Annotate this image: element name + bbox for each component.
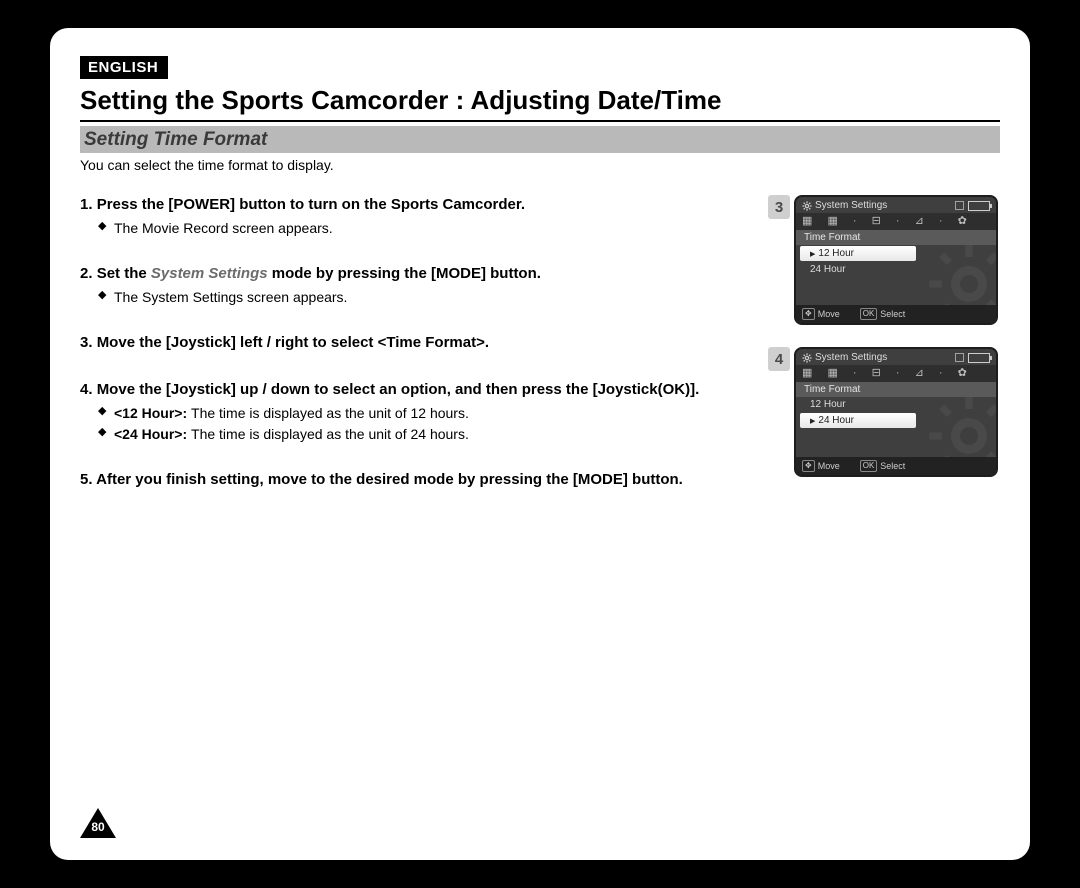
bullet-item: <24 Hour>: The time is displayed as the … [80, 425, 756, 444]
lcd-tab: Time Format [796, 230, 996, 245]
step-text-em: System Settings [151, 265, 268, 282]
storage-icon [955, 201, 964, 210]
lcd-footer: ✥Move OKSelect [796, 305, 996, 323]
ok-key-icon: OK [860, 460, 878, 472]
bullet-text: The time is displayed as the unit of 24 … [191, 426, 469, 442]
step-heading: 5. After you finish setting, move to the… [80, 470, 756, 490]
section-heading: Setting Time Format [80, 126, 1000, 153]
hint-text: Select [880, 309, 905, 319]
joystick-icon: ✥ [802, 460, 815, 472]
intro-text: You can select the time format to displa… [80, 157, 1000, 173]
lcd-option: 12 Hour [796, 397, 996, 412]
bullet-text: The Movie Record screen appears. [114, 220, 333, 236]
bullet-item: The Movie Record screen appears. [80, 219, 756, 238]
step-number: 2. [80, 265, 93, 282]
lcd-header: System Settings [796, 197, 996, 213]
step-bullets: The System Settings screen appears. [80, 288, 756, 307]
lcd-option-selected: 12 Hour [800, 246, 916, 261]
battery-icon [968, 201, 990, 211]
step-item: 2. Set the System Settings mode by press… [80, 264, 756, 307]
lcd-select-hint: OKSelect [860, 308, 906, 320]
hint-text: Select [880, 461, 905, 471]
step-bullets: <12 Hour>: The time is displayed as the … [80, 404, 756, 444]
step-text: mode by pressing the [MODE] button. [268, 265, 541, 282]
steps-list: 1. Press the [POWER] button to turn on t… [80, 195, 756, 490]
step-text: Press the [POWER] button to turn on the … [97, 196, 525, 213]
lcd-icon-row: ▦ ▦ · ⊟ · ⊿ · ✿ [796, 213, 996, 230]
step-item: 4. Move the [Joystick] up / down to sele… [80, 380, 756, 444]
step-heading: 4. Move the [Joystick] up / down to sele… [80, 380, 756, 400]
lcd-title: System Settings [815, 352, 955, 363]
step-number: 3. [80, 334, 93, 351]
storage-icon [955, 353, 964, 362]
screenshot-row: 3 System Settings ▦ ▦ · ⊟ · ⊿ · ✿ Time F… [768, 195, 1000, 325]
lcd-footer: ✥Move OKSelect [796, 457, 996, 475]
lcd-title: System Settings [815, 200, 955, 211]
step-heading: 2. Set the System Settings mode by press… [80, 264, 756, 284]
step-text: After you finish setting, move to the de… [96, 471, 683, 488]
step-number: 5. [80, 471, 93, 488]
bullet-bold: <24 Hour>: [114, 426, 191, 442]
lcd-move-hint: ✥Move [802, 460, 840, 472]
step-bullets: The Movie Record screen appears. [80, 219, 756, 238]
bullet-text: The System Settings screen appears. [114, 289, 347, 305]
step-text: Set the [97, 265, 151, 282]
screenshot-row: 4 System Settings ▦ ▦ · ⊟ · ⊿ · ✿ Time F… [768, 347, 1000, 477]
step-heading: 1. Press the [POWER] button to turn on t… [80, 195, 756, 215]
manual-page: ENGLISH Setting the Sports Camcorder : A… [50, 28, 1030, 860]
gear-icon [802, 353, 812, 363]
hint-text: Move [818, 309, 840, 319]
ok-key-icon: OK [860, 308, 878, 320]
lcd-tab: Time Format [796, 382, 996, 397]
lcd-option: 24 Hour [796, 262, 996, 277]
steps-column: 1. Press the [POWER] button to turn on t… [80, 195, 756, 516]
step-number: 4. [80, 381, 93, 398]
step-number: 1. [80, 196, 93, 213]
step-item: 5. After you finish setting, move to the… [80, 470, 756, 490]
screenshots-column: 3 System Settings ▦ ▦ · ⊟ · ⊿ · ✿ Time F… [768, 195, 1000, 516]
lcd-options: 12 Hour 24 Hour [796, 397, 996, 457]
bullet-item: <12 Hour>: The time is displayed as the … [80, 404, 756, 423]
page-title: Setting the Sports Camcorder : Adjusting… [80, 85, 1000, 116]
content-area: 1. Press the [POWER] button to turn on t… [80, 195, 1000, 516]
step-text: Move the [Joystick] up / down to select … [97, 381, 700, 398]
battery-icon [968, 353, 990, 363]
step-heading: 3. Move the [Joystick] left / right to s… [80, 333, 756, 353]
screenshot-step-number: 4 [768, 347, 790, 371]
lcd-header: System Settings [796, 349, 996, 365]
lcd-select-hint: OKSelect [860, 460, 906, 472]
screenshot-step-number: 3 [768, 195, 790, 219]
step-item: 1. Press the [POWER] button to turn on t… [80, 195, 756, 238]
step-text: Move the [Joystick] left / right to sele… [97, 334, 489, 351]
bullet-item: The System Settings screen appears. [80, 288, 756, 307]
lcd-move-hint: ✥Move [802, 308, 840, 320]
lcd-icon-row: ▦ ▦ · ⊟ · ⊿ · ✿ [796, 365, 996, 382]
lcd-option-selected: 24 Hour [800, 413, 916, 428]
page-number-badge: 80 [80, 808, 116, 838]
joystick-icon: ✥ [802, 308, 815, 320]
bullet-text: The time is displayed as the unit of 12 … [191, 405, 469, 421]
lcd-options: 12 Hour 24 Hour [796, 245, 996, 305]
title-rule [80, 120, 1000, 122]
language-badge: ENGLISH [80, 56, 168, 79]
bullet-bold: <12 Hour>: [114, 405, 191, 421]
lcd-screen: System Settings ▦ ▦ · ⊟ · ⊿ · ✿ Time For… [794, 347, 998, 477]
hint-text: Move [818, 461, 840, 471]
step-item: 3. Move the [Joystick] left / right to s… [80, 333, 756, 353]
page-number: 80 [88, 820, 108, 834]
gear-icon [802, 201, 812, 211]
lcd-screen: System Settings ▦ ▦ · ⊟ · ⊿ · ✿ Time For… [794, 195, 998, 325]
